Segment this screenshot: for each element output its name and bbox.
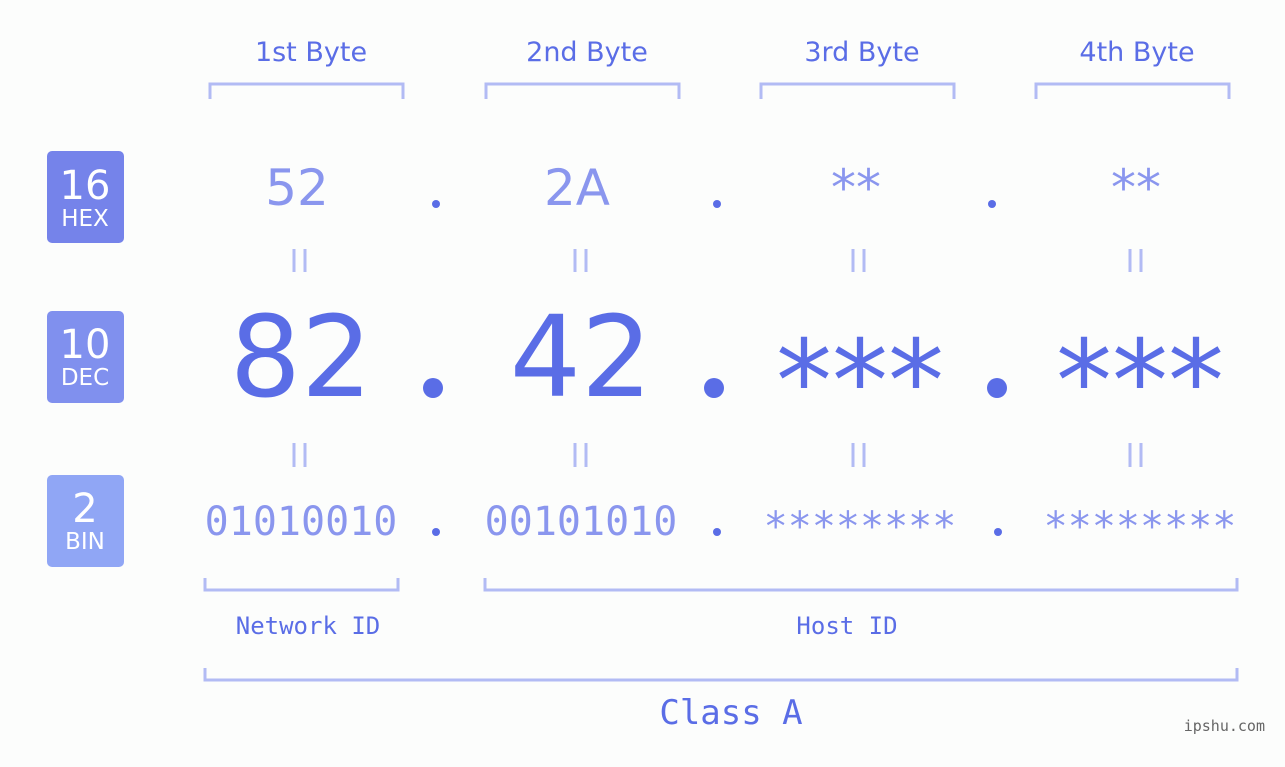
bin-separator-3 xyxy=(994,528,1002,536)
dec-separator-3 xyxy=(987,378,1007,398)
dec-byte-2: 42 xyxy=(510,293,653,423)
bin-badge-label: BIN xyxy=(65,529,105,555)
byte-bracket-3 xyxy=(759,82,956,99)
dec-badge-label: DEC xyxy=(61,365,109,391)
dec-byte-3: *** xyxy=(776,317,944,447)
bin-badge: 2 BIN xyxy=(47,475,124,567)
bin-badge-number: 2 xyxy=(72,486,97,532)
equals-row-dec-bin xyxy=(292,443,1143,467)
byte-header-2: 2nd Byte xyxy=(526,37,648,68)
byte-header-1: 1st Byte xyxy=(255,37,367,68)
byte-bracket-4 xyxy=(1034,82,1231,99)
hex-separator-2 xyxy=(713,200,721,208)
bin-separator-2 xyxy=(713,528,721,536)
equals-row-hex-dec xyxy=(292,249,1143,272)
network-id-label: Network ID xyxy=(236,612,381,640)
dec-byte-4: *** xyxy=(1056,317,1224,447)
hex-separator-1 xyxy=(432,200,440,208)
equals-icon xyxy=(573,249,588,272)
bin-byte-4: ******** xyxy=(1044,504,1237,550)
bin-byte-2: 00101010 xyxy=(485,499,678,545)
byte-header-3: 3rd Byte xyxy=(804,37,919,68)
bin-byte-3: ******** xyxy=(764,504,957,550)
bin-separator-1 xyxy=(432,528,440,536)
class-bracket xyxy=(203,668,1239,682)
hex-byte-1: 52 xyxy=(265,159,329,217)
bin-byte-1: 01010010 xyxy=(205,499,398,545)
hex-separator-3 xyxy=(988,200,996,208)
dec-separator-1 xyxy=(423,378,443,398)
class-label: Class A xyxy=(659,693,802,733)
hex-badge-label: HEX xyxy=(61,206,109,232)
network-id-bracket xyxy=(203,578,400,592)
hex-byte-3: ** xyxy=(831,159,881,217)
byte-bracket-2 xyxy=(484,82,681,99)
equals-icon xyxy=(851,249,866,272)
equals-icon xyxy=(573,443,588,467)
equals-icon xyxy=(1128,249,1143,272)
dec-badge-number: 10 xyxy=(60,322,111,368)
host-id-label: Host ID xyxy=(796,612,897,640)
host-id-bracket xyxy=(483,578,1239,592)
watermark: ipshu.com xyxy=(1184,717,1265,735)
dec-badge: 10 DEC xyxy=(47,311,124,403)
hex-badge-number: 16 xyxy=(60,163,111,209)
byte-bracket-1 xyxy=(208,82,405,99)
equals-icon xyxy=(292,443,307,467)
hex-byte-4: ** xyxy=(1111,159,1161,217)
dec-separator-2 xyxy=(704,378,724,398)
dec-byte-1: 82 xyxy=(230,293,373,423)
hex-badge: 16 HEX xyxy=(47,151,124,243)
byte-header-4: 4th Byte xyxy=(1079,37,1194,68)
hex-byte-2: 2A xyxy=(544,159,610,217)
ip-address-diagram: 1st Byte 2nd Byte 3rd Byte 4th Byte 16 H… xyxy=(47,37,1265,735)
equals-icon xyxy=(292,249,307,272)
